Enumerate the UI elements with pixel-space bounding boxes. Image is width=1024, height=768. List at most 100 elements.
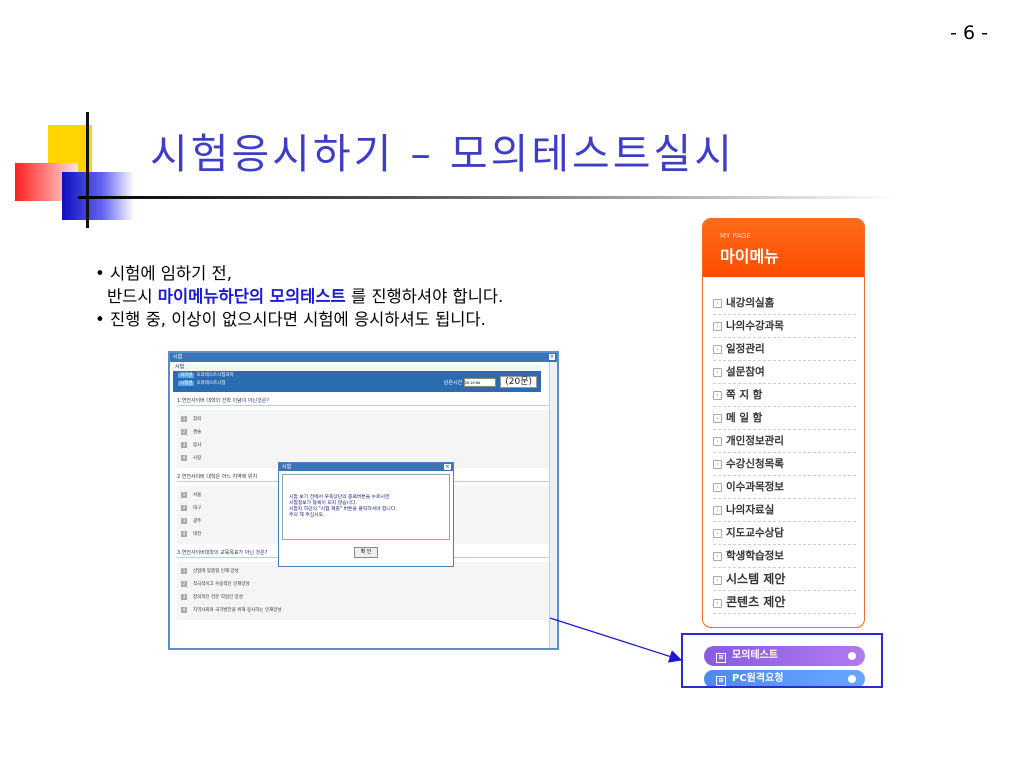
my-menu-item-label: 쪽 지 함	[726, 389, 763, 401]
my-menu-item-label: 시스템 제안	[726, 572, 786, 586]
my-menu-item-label: 내강의실홈	[726, 297, 775, 309]
answer-option[interactable]: 3 창의적인 전문 직업인 양성	[181, 591, 547, 604]
bullet-2: • 진행 중, 이상이 없으시다면 시험에 응시하셔도 됩니다.	[95, 310, 486, 329]
exam-header-title: 시험	[173, 364, 541, 371]
my-menu-item[interactable]: › 학생학습정보	[713, 545, 856, 568]
my-menu-item[interactable]: › 설문참여	[713, 361, 856, 384]
my-menu-item[interactable]: › 내강의실홈	[713, 292, 856, 315]
chevron-right-icon: ›	[713, 368, 722, 377]
chevron-right-icon: ›	[713, 345, 722, 354]
my-menu-item[interactable]: › 수강신청목록	[713, 453, 856, 476]
my-menu-item-label: 메 일 함	[726, 412, 763, 424]
my-menu-list: › 내강의실홈 › 나의수강과목 › 일정관리 › 설문참여 › 쪽 지 함 › 메 일 함 › 개인정보…	[713, 292, 856, 614]
course-tag: 과목명	[178, 373, 195, 378]
option-number: 1	[181, 568, 187, 574]
my-menu-item-label: 학생학습정보	[726, 550, 784, 562]
option-number: 4	[181, 531, 187, 537]
chevron-right-icon: ›	[713, 599, 722, 608]
option-number: 2	[181, 505, 187, 511]
option-text: 대구	[193, 506, 202, 511]
option-number: 3	[181, 442, 187, 448]
my-menu-item[interactable]: › 개인정보관리	[713, 430, 856, 453]
my-menu-item-label: 콘텐츠 제안	[726, 595, 786, 609]
dialog-ok-button[interactable]: 확 인	[354, 547, 378, 558]
answer-option[interactable]: 4 지역사회와 국가발전을 위해 봉사하는 인재양성	[181, 604, 547, 617]
warning-dialog: 시험 × 시험 보기 전에서 우측상단의 종료버튼을 누르시면 시험정보가 등록…	[278, 462, 454, 567]
exam-window-title: 시험	[173, 354, 183, 360]
option-text: 산업에 맞춤형 인재 양성	[193, 569, 239, 574]
exam-header: 시험 과목명모의테스트시험과목 시험명모의테스트시험 남은시간 (20문)	[173, 364, 541, 392]
my-menu-header: MY PAGE 마이메뉴	[703, 219, 864, 277]
exam-timer: 남은시간 (20문)	[443, 374, 537, 388]
instruction-bullets: • 시험에 임하기 전, 반드시 마이메뉴하단의 모의테스트 를 진행하셔야 합…	[95, 262, 503, 331]
option-number: 1	[181, 492, 187, 498]
question-title: 1.연전사이버 대학의 건학 이념이 아닌것은?	[177, 397, 551, 406]
exam-name-row: 시험명 모의테스트시험	[178, 380, 225, 386]
bullet-1-post: 를 진행하셔야 합니다.	[345, 287, 504, 306]
my-menu-item[interactable]: › 일정관리	[713, 338, 856, 361]
option-text: 사랑	[193, 456, 202, 461]
exam-tag: 시험명	[178, 381, 195, 386]
option-text: 적극적이고 수용적인 인재양성	[193, 582, 250, 587]
title-underline	[78, 196, 898, 199]
my-menu-item-label: 나의자료실	[726, 504, 775, 516]
chevron-right-icon: ›	[713, 552, 722, 561]
my-menu-item[interactable]: › 나의수강과목	[713, 315, 856, 338]
exam-course-row: 과목명 모의테스트시험과목	[178, 372, 234, 378]
chevron-right-icon: ›	[713, 437, 722, 446]
my-menu-item-label: 지도교수상담	[726, 527, 784, 539]
answer-option[interactable]: 2 적극적이고 수용적인 인재양성	[181, 578, 547, 591]
slide-title: 시험응시하기 – 모의테스트실시	[150, 130, 735, 178]
chevron-right-icon: ›	[713, 576, 722, 585]
dialog-close-icon[interactable]: ×	[444, 464, 451, 470]
question: 1.연전사이버 대학의 건학 이념이 아닌것은? 1 참의 2 겸술 3 봉사 4 사랑	[177, 397, 551, 468]
answer-option[interactable]: 1 참의	[181, 413, 547, 426]
option-text: 지역사회와 국가발전을 위해 봉사하는 인재양성	[193, 608, 282, 613]
option-number: 4	[181, 455, 187, 461]
my-menu-item[interactable]: › 나의자료실	[713, 499, 856, 522]
exam-window-close-icon[interactable]: ×	[549, 354, 555, 360]
my-menu-item[interactable]: › 이수과목정보	[713, 476, 856, 499]
exam-name: 모의테스트시험	[196, 381, 226, 386]
answer-option[interactable]: 3 봉사	[181, 439, 547, 452]
chevron-right-icon: ›	[713, 414, 722, 423]
dialog-title: 시험	[282, 464, 292, 470]
chevron-right-icon: ›	[713, 506, 722, 515]
bullet-1-line-2: 반드시 마이메뉴하단의 모의테스트 를 진행하셔야 합니다.	[95, 285, 503, 308]
option-text: 창의적인 전문 직업인 양성	[193, 595, 243, 600]
timer-field	[463, 378, 496, 387]
option-list: 1 산업에 맞춤형 인재 양성 2 적극적이고 수용적인 인재양성 3 창의적인 전문 직…	[177, 562, 551, 620]
timer-label: 남은시간	[443, 380, 463, 386]
option-text: 겸술	[193, 430, 202, 435]
my-menu-item-label: 나의수강과목	[726, 320, 784, 332]
chevron-right-icon: ›	[713, 391, 722, 400]
my-menu-item-label: 이수과목정보	[726, 481, 784, 493]
exam-window-titlebar: 시험 ×	[170, 353, 557, 362]
exam-scrollbar[interactable]	[549, 362, 557, 648]
my-menu-item-label: 일정관리	[726, 343, 765, 355]
option-text: 광주	[193, 519, 202, 524]
my-menu-item[interactable]: › 콘텐츠 제안	[713, 591, 856, 614]
answer-option[interactable]: 2 겸술	[181, 426, 547, 439]
bullet-1-pre: 반드시	[107, 287, 158, 306]
question-count: (20문)	[500, 376, 537, 388]
dialog-titlebar: 시험 ×	[279, 463, 453, 471]
my-menu-item[interactable]: › 시스템 제안	[713, 568, 856, 591]
chevron-right-icon: ›	[713, 529, 722, 538]
chevron-right-icon: ›	[713, 322, 722, 331]
bullet-1-highlight: 마이메뉴하단의 모의테스트	[157, 287, 346, 306]
dialog-line-4: 주의 해 주십시오.	[289, 513, 325, 518]
my-menu-item-label: 수강신청목록	[726, 458, 784, 470]
my-menu-item-label: 개인정보관리	[726, 435, 784, 447]
chevron-right-icon: ›	[713, 483, 722, 492]
page-number: - 6 -	[950, 22, 988, 44]
option-text: 대전	[193, 532, 202, 537]
option-number: 3	[181, 518, 187, 524]
my-menu-item[interactable]: › 쪽 지 함	[713, 384, 856, 407]
my-menu-panel: MY PAGE 마이메뉴 › 내강의실홈 › 나의수강과목 › 일정관리 › 설문참여 › 쪽 지…	[702, 218, 865, 628]
option-number: 1	[181, 416, 187, 422]
my-menu-item[interactable]: › 지도교수상담	[713, 522, 856, 545]
option-list: 1 참의 2 겸술 3 봉사 4 사랑	[177, 410, 551, 468]
option-text: 봉사	[193, 443, 202, 448]
my-menu-item[interactable]: › 메 일 함	[713, 407, 856, 430]
